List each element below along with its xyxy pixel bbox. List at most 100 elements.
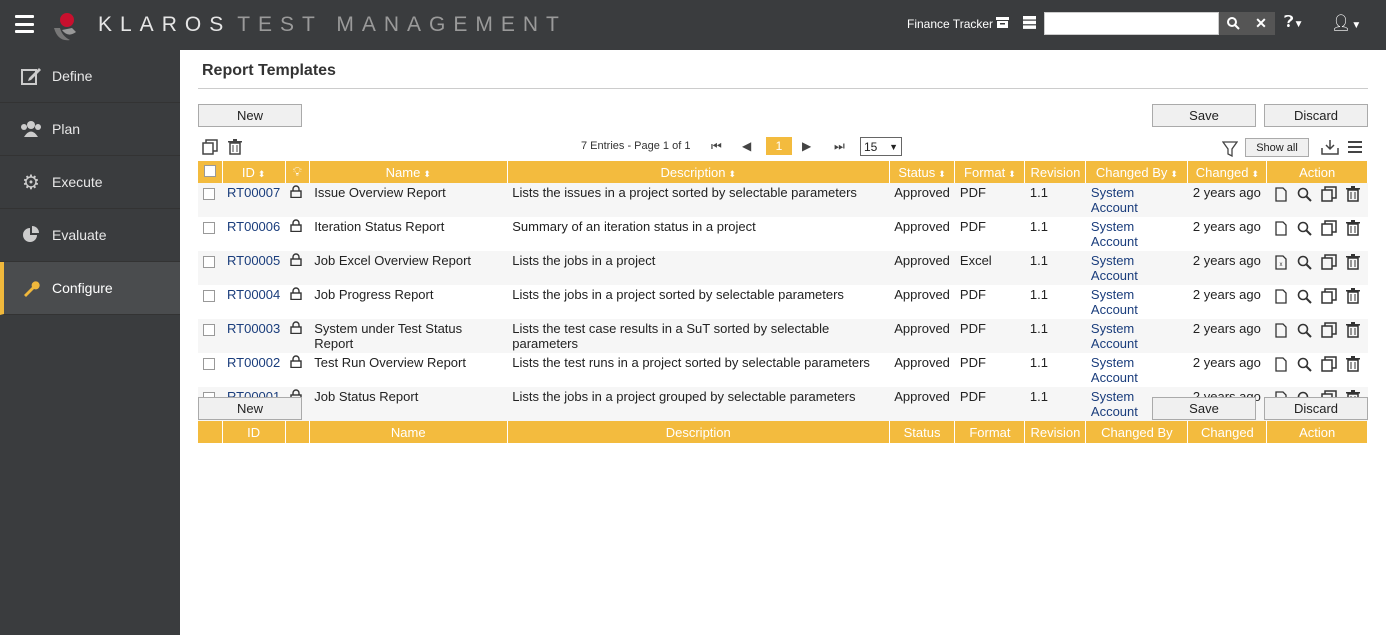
id-link[interactable]: RT00003 <box>227 321 280 336</box>
row-checkbox[interactable] <box>203 358 215 370</box>
sidebar-item-label: Evaluate <box>52 227 107 243</box>
changed-by-cell: System Account <box>1086 217 1188 251</box>
view-icon[interactable] <box>1296 219 1314 237</box>
user-menu[interactable]: 👤︎▼ <box>1331 13 1361 33</box>
table-row[interactable]: RT00007 Issue Overview Report Lists the is… <box>198 183 1368 217</box>
pdf-file-icon[interactable] <box>1272 321 1290 339</box>
duplicate-icon[interactable] <box>1320 287 1338 305</box>
save-button[interactable]: Save <box>1152 104 1256 127</box>
show-all-button[interactable]: Show all <box>1245 138 1309 157</box>
row-checkbox[interactable] <box>203 290 215 302</box>
view-icon[interactable] <box>1296 321 1314 339</box>
revision-cell: 1.1 <box>1024 251 1086 285</box>
row-checkbox[interactable] <box>203 222 215 234</box>
project-name[interactable]: Finance Tracker <box>907 17 993 31</box>
id-link[interactable]: RT00006 <box>227 219 280 234</box>
changed-by-link[interactable]: System Account <box>1091 219 1138 249</box>
pdf-file-icon[interactable] <box>1272 185 1290 203</box>
delete-icon[interactable] <box>1344 185 1362 203</box>
id-link[interactable]: RT00004 <box>227 287 280 302</box>
duplicate-icon[interactable] <box>1320 219 1338 237</box>
duplicate-icon[interactable] <box>1320 321 1338 339</box>
view-icon[interactable] <box>1296 355 1314 373</box>
current-page[interactable]: 1 <box>766 137 792 155</box>
discard-button[interactable]: Discard <box>1264 104 1368 127</box>
next-page-icon[interactable]: ▶ <box>802 139 811 153</box>
table-row[interactable]: RT00002 Test Run Overview Report Lists the… <box>198 353 1368 387</box>
delete-icon[interactable] <box>1344 253 1362 271</box>
table-row[interactable]: RT00004 Job Progress Report Lists the jobs… <box>198 285 1368 319</box>
footer-format: Format <box>954 421 1026 443</box>
menu-icon[interactable] <box>15 15 34 33</box>
new-button[interactable]: New <box>198 104 302 127</box>
changed-by-link[interactable]: System Account <box>1091 287 1138 317</box>
first-page-icon[interactable]: ⏮ <box>711 139 722 154</box>
row-checkbox[interactable] <box>203 256 215 268</box>
row-checkbox[interactable] <box>203 324 215 336</box>
view-icon[interactable] <box>1296 287 1314 305</box>
table-row[interactable]: RT00003 System under Test Status Report Li… <box>198 319 1368 353</box>
select-all-header[interactable] <box>198 161 223 183</box>
view-icon[interactable] <box>1296 253 1314 271</box>
format-column-header[interactable]: Format ⬍ <box>954 161 1026 183</box>
search-button[interactable] <box>1219 12 1247 35</box>
row-checkbox[interactable] <box>203 188 215 200</box>
duplicate-icon[interactable] <box>1320 355 1338 373</box>
footer-select <box>198 421 223 443</box>
save-button-bottom[interactable]: Save <box>1152 397 1256 420</box>
delete-icon[interactable] <box>1344 355 1362 373</box>
id-column-header[interactable]: ID ⬍ <box>222 161 286 183</box>
table-row[interactable]: RT00005 Job Excel Overview Report Lists th… <box>198 251 1368 285</box>
delete-icon[interactable] <box>1344 219 1362 237</box>
prev-page-icon[interactable]: ◀ <box>742 139 751 153</box>
archive-icon[interactable] <box>996 16 1009 32</box>
changed-by-link[interactable]: System Account <box>1091 185 1138 215</box>
changed-column-header[interactable]: Changed ⬍ <box>1187 161 1268 183</box>
sidebar-item-define[interactable]: Define <box>0 50 180 103</box>
search-input[interactable] <box>1044 12 1219 35</box>
changed-by-column-header[interactable]: Changed By ⬍ <box>1085 161 1189 183</box>
changed-by-link[interactable]: System Account <box>1091 355 1138 385</box>
delete-icon[interactable] <box>1344 287 1362 305</box>
filter-icon[interactable] <box>1222 141 1238 157</box>
name-column-header[interactable]: Name ⬍ <box>309 161 508 183</box>
row-select <box>198 319 222 353</box>
page-size-select[interactable]: 15 ▼ <box>860 137 902 156</box>
columns-menu-icon[interactable] <box>1348 141 1362 153</box>
select-all-checkbox[interactable] <box>203 164 216 177</box>
id-link[interactable]: RT00002 <box>227 355 280 370</box>
sidebar-item-configure[interactable]: Configure <box>0 262 180 315</box>
gear-icon: ⚙ <box>22 171 40 194</box>
changed-by-link[interactable]: System Account <box>1091 389 1138 419</box>
list-icon[interactable] <box>1023 16 1036 32</box>
help-icon: ❓︎ <box>1284 14 1294 31</box>
pdf-file-icon[interactable] <box>1272 287 1290 305</box>
view-icon[interactable] <box>1296 185 1314 203</box>
description-column-header[interactable]: Description ⬍ <box>507 161 890 183</box>
help-menu[interactable]: ❓︎▼ <box>1284 14 1304 32</box>
sidebar-item-evaluate[interactable]: Evaluate <box>0 209 180 262</box>
duplicate-selected-icon[interactable] <box>202 139 218 155</box>
description-cell: Lists the test runs in a project sorted … <box>512 355 870 370</box>
export-icon[interactable] <box>1321 139 1339 155</box>
lock-cell <box>285 319 310 353</box>
id-link[interactable]: RT00007 <box>227 185 280 200</box>
id-link[interactable]: RT00005 <box>227 253 280 268</box>
excel-file-icon[interactable]: x <box>1272 253 1290 271</box>
duplicate-icon[interactable] <box>1320 185 1338 203</box>
sidebar-item-execute[interactable]: ⚙ Execute <box>0 156 180 209</box>
sidebar-item-plan[interactable]: Plan <box>0 103 180 156</box>
pdf-file-icon[interactable] <box>1272 219 1290 237</box>
clear-search-button[interactable]: ✕ <box>1247 12 1275 35</box>
discard-button-bottom[interactable]: Discard <box>1264 397 1368 420</box>
table-row[interactable]: RT00006 Iteration Status Report Summary of… <box>198 217 1368 251</box>
changed-by-link[interactable]: System Account <box>1091 253 1138 283</box>
pdf-file-icon[interactable] <box>1272 355 1290 373</box>
status-column-header[interactable]: Status ⬍ <box>889 161 956 183</box>
delete-selected-icon[interactable] <box>228 139 242 155</box>
duplicate-icon[interactable] <box>1320 253 1338 271</box>
changed-by-link[interactable]: System Account <box>1091 321 1138 351</box>
last-page-icon[interactable]: ⏭ <box>834 139 845 154</box>
delete-icon[interactable] <box>1344 321 1362 339</box>
new-button-bottom[interactable]: New <box>198 397 302 420</box>
